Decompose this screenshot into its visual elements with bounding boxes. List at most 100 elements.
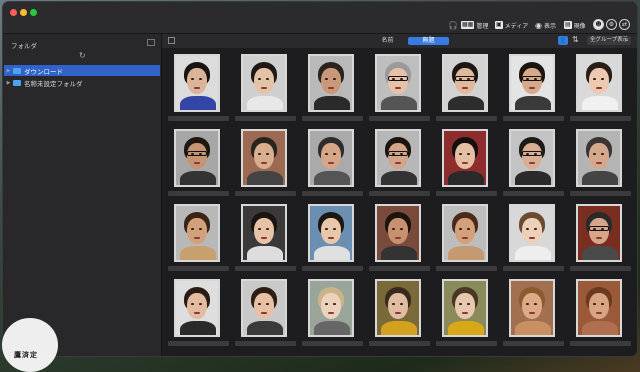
face-tile[interactable] [435, 202, 498, 277]
face-tile[interactable] [569, 127, 632, 202]
face-tile[interactable] [368, 52, 431, 127]
face-tile[interactable] [167, 52, 230, 127]
face-tile[interactable] [234, 202, 297, 277]
face-thumbnail[interactable] [308, 129, 354, 187]
sync-icon[interactable]: ⇄ [619, 19, 630, 30]
face-name-field[interactable] [235, 116, 296, 121]
face-tile[interactable] [368, 127, 431, 202]
headphones-icon[interactable]: 🎧 [448, 20, 458, 30]
sidebar-item-downloads[interactable]: ▶ ダウンロード [4, 65, 160, 76]
face-tile[interactable] [368, 277, 431, 352]
face-thumbnail[interactable] [375, 279, 421, 337]
face-name-field[interactable] [369, 341, 430, 346]
panel-toggle-icon[interactable] [168, 37, 175, 44]
sort-order-icon[interactable]: ⇅ [572, 35, 579, 44]
face-tile[interactable] [569, 202, 632, 277]
face-name-field[interactable] [369, 191, 430, 196]
face-thumbnail[interactable] [174, 54, 220, 112]
face-name-field[interactable] [302, 116, 363, 121]
face-tile[interactable] [301, 127, 364, 202]
person-icon[interactable]: 👤 [558, 36, 568, 45]
face-name-field[interactable] [302, 191, 363, 196]
face-thumbnail[interactable] [509, 54, 555, 112]
face-tile[interactable] [502, 127, 565, 202]
face-thumbnail[interactable] [241, 279, 287, 337]
face-name-field[interactable] [436, 266, 497, 271]
face-thumbnail[interactable] [308, 54, 354, 112]
face-thumbnail[interactable] [308, 279, 354, 337]
settings-icon[interactable]: ⚙ [606, 19, 617, 30]
face-name-field[interactable] [503, 116, 564, 121]
face-tile[interactable] [167, 202, 230, 277]
toolbar-develop-button[interactable]: ▤ 現像 [564, 20, 586, 30]
chevron-right-icon[interactable]: ▶ [4, 80, 13, 86]
face-name-field[interactable] [436, 116, 497, 121]
face-tile[interactable] [301, 52, 364, 127]
toolbar-view-button[interactable]: ◉ 表示 [535, 20, 556, 30]
face-recognition-icon[interactable]: ☻ [593, 19, 604, 30]
face-thumbnail[interactable] [375, 54, 421, 112]
face-name-field[interactable] [503, 191, 564, 196]
zoom-window-button[interactable] [30, 9, 37, 16]
tab-untitled[interactable]: 無題 [408, 37, 449, 45]
face-name-field[interactable] [302, 266, 363, 271]
face-name-field[interactable] [503, 266, 564, 271]
face-name-field[interactable] [436, 341, 497, 346]
face-thumbnail[interactable] [308, 204, 354, 262]
sidebar-toggle-button[interactable] [147, 39, 155, 46]
face-thumbnail[interactable] [174, 279, 220, 337]
face-name-field[interactable] [168, 341, 229, 346]
face-tile[interactable] [569, 277, 632, 352]
face-thumbnail[interactable] [509, 279, 555, 337]
face-name-field[interactable] [570, 116, 631, 121]
face-name-field[interactable] [436, 191, 497, 196]
toolbar-manage-button[interactable]: ▦▦ 管理 [461, 20, 488, 30]
face-thumbnail[interactable] [174, 204, 220, 262]
face-name-field[interactable] [168, 116, 229, 121]
face-tile[interactable] [167, 277, 230, 352]
tab-name[interactable]: 名前 [367, 37, 408, 45]
group-filter-dropdown[interactable]: 全グループ表示 ⌄ [587, 36, 631, 45]
face-thumbnail[interactable] [576, 129, 622, 187]
face-tile[interactable] [234, 277, 297, 352]
face-thumbnail[interactable] [241, 129, 287, 187]
face-thumbnail[interactable] [174, 129, 220, 187]
face-name-field[interactable] [235, 341, 296, 346]
face-thumbnail[interactable] [576, 279, 622, 337]
face-thumbnail[interactable] [442, 279, 488, 337]
face-name-field[interactable] [570, 266, 631, 271]
face-thumbnail[interactable] [375, 129, 421, 187]
face-tile[interactable] [435, 277, 498, 352]
face-thumbnail[interactable] [442, 204, 488, 262]
face-thumbnail[interactable] [442, 129, 488, 187]
face-name-field[interactable] [369, 266, 430, 271]
face-tile[interactable] [435, 52, 498, 127]
chevron-right-icon[interactable]: ▶ [4, 68, 13, 74]
minimize-window-button[interactable] [20, 9, 27, 16]
face-thumbnail[interactable] [509, 204, 555, 262]
face-thumbnail[interactable] [576, 204, 622, 262]
toolbar-media-button[interactable]: ▣ メディア [495, 20, 528, 30]
refresh-icon[interactable]: ↻ [79, 51, 86, 60]
face-name-field[interactable] [503, 341, 564, 346]
face-name-field[interactable] [235, 266, 296, 271]
face-name-field[interactable] [369, 116, 430, 121]
face-thumbnail[interactable] [442, 54, 488, 112]
face-name-field[interactable] [168, 191, 229, 196]
face-name-field[interactable] [570, 191, 631, 196]
face-thumbnail[interactable] [241, 204, 287, 262]
face-tile[interactable] [167, 127, 230, 202]
face-tile[interactable] [502, 52, 565, 127]
face-thumbnail[interactable] [509, 129, 555, 187]
face-tile[interactable] [234, 127, 297, 202]
close-window-button[interactable] [10, 9, 17, 16]
face-tile[interactable] [435, 127, 498, 202]
face-thumbnail[interactable] [375, 204, 421, 262]
face-name-field[interactable] [570, 341, 631, 346]
face-tile[interactable] [301, 277, 364, 352]
face-thumbnail[interactable] [576, 54, 622, 112]
face-name-field[interactable] [235, 191, 296, 196]
face-name-field[interactable] [302, 341, 363, 346]
face-tile[interactable] [234, 52, 297, 127]
face-tile[interactable] [569, 52, 632, 127]
